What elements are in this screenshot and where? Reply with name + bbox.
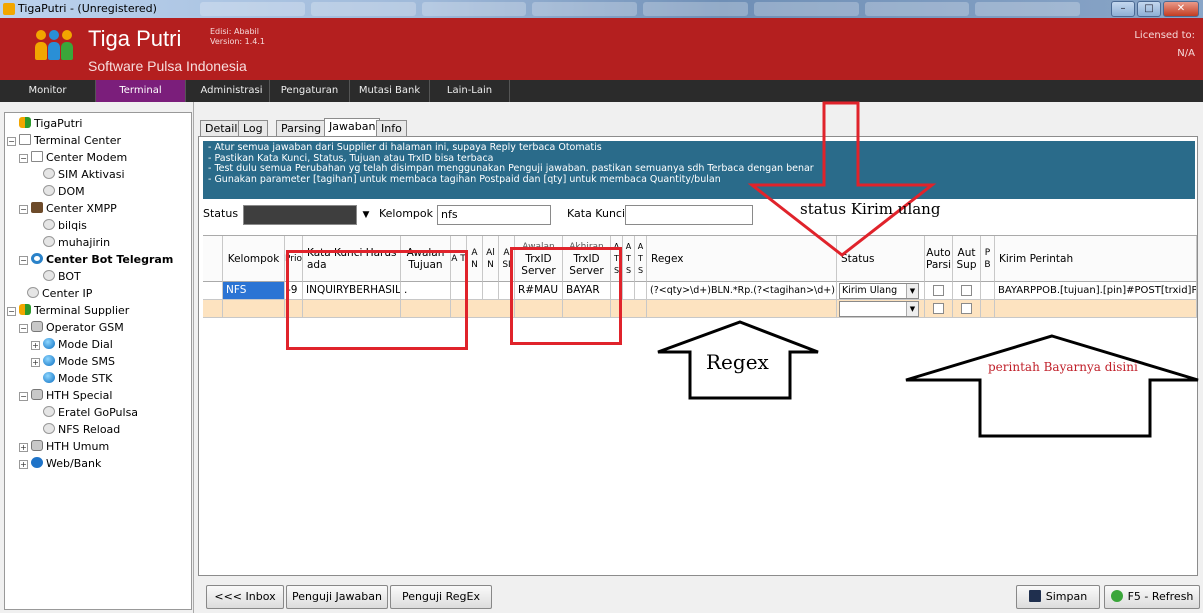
annotation-perintah: perintah Bayarnya disini xyxy=(988,360,1138,374)
annotation-status-kirim-ulang: status Kirim ulang xyxy=(800,200,941,218)
annotation-arrows xyxy=(657,101,1199,438)
annotation-regex: Regex xyxy=(706,350,769,374)
arrow-up-perintah xyxy=(905,334,1199,438)
arrow-down-status xyxy=(747,101,937,257)
